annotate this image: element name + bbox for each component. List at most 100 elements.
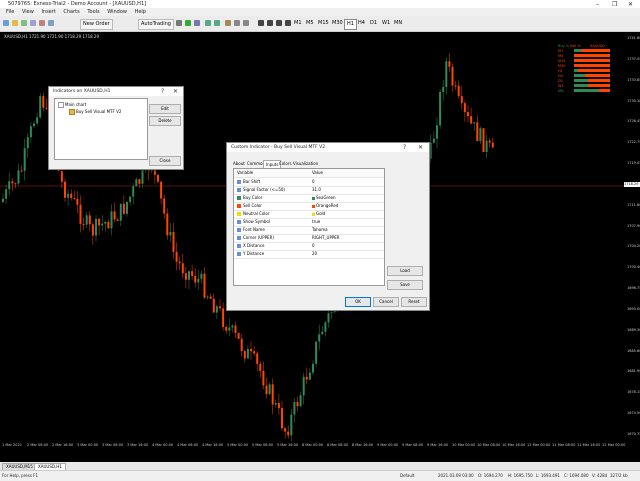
delete-button[interactable]: Delete xyxy=(149,116,181,126)
input-name: Buy Color xyxy=(237,194,262,202)
zoom-in-icon[interactable] xyxy=(205,20,211,26)
crosshair-icon[interactable] xyxy=(267,20,273,26)
menu-file[interactable]: File xyxy=(6,9,14,15)
candle-body xyxy=(42,96,45,108)
input-value[interactable]: RIGHT_UPPER xyxy=(312,234,340,242)
candle-body xyxy=(445,61,448,87)
candle-body xyxy=(113,211,116,220)
input-value[interactable]: Gold xyxy=(312,210,325,218)
candle-body xyxy=(212,298,215,313)
menu-window[interactable]: Window xyxy=(107,9,127,15)
bar-chart-icon[interactable] xyxy=(176,20,182,26)
panel-row: M1 xyxy=(558,49,612,53)
candle-body xyxy=(14,183,17,185)
status-profile: Default xyxy=(400,473,415,478)
candlestick-icon[interactable] xyxy=(185,20,191,26)
navigator-icon[interactable] xyxy=(30,20,36,26)
input-value[interactable]: 0 xyxy=(312,242,315,250)
timeframe-m5[interactable]: M5 xyxy=(304,19,316,28)
candle-body xyxy=(5,189,8,199)
panel-row: M15 xyxy=(558,59,612,63)
close-icon[interactable]: ✕ xyxy=(173,88,178,95)
candle-body xyxy=(277,403,280,409)
candle-body xyxy=(324,322,327,332)
time-tick: 11 Mar 16:00 xyxy=(577,443,601,447)
panel-timeframe-label: H4 xyxy=(558,74,563,78)
save-button[interactable]: Save xyxy=(387,280,423,290)
timeframe-h1[interactable]: H1 xyxy=(344,19,357,30)
cursor-icon[interactable] xyxy=(258,20,264,26)
time-tick: 4 Mar 16:00 xyxy=(202,443,224,447)
price-tick: 1670.75 xyxy=(627,432,640,436)
indicators-dialog-title-bar: Indicators on XAUUSD,H1 ? ✕ xyxy=(49,87,183,96)
input-value[interactable]: 31.0 xyxy=(312,186,321,194)
tree-item-main-chart[interactable]: Main chart xyxy=(58,102,86,108)
input-value[interactable]: SeaGreen xyxy=(312,194,336,202)
load-button[interactable]: Load xyxy=(387,266,423,276)
time-tick: 11 Mar 00:00 xyxy=(527,443,551,447)
input-name: Corner (UPPER) xyxy=(237,234,274,242)
expand-icon[interactable] xyxy=(58,102,64,108)
column-value: Value xyxy=(312,170,323,175)
input-name-text: X Distance xyxy=(243,243,265,248)
status-bar: For Help, press F1 Default 2021.03.09 03… xyxy=(0,470,640,481)
periods-icon[interactable] xyxy=(234,20,240,26)
minimize-icon[interactable]: – xyxy=(596,1,599,8)
indicators-icon[interactable] xyxy=(225,20,231,26)
timeframe-d1[interactable]: D1 xyxy=(368,19,379,28)
new-chart-icon[interactable] xyxy=(3,20,9,26)
timeframe-h4[interactable]: H4 xyxy=(356,19,367,28)
edit-button[interactable]: Edit xyxy=(149,104,181,114)
menu-insert[interactable]: Insert xyxy=(41,9,55,15)
zoom-out-icon[interactable] xyxy=(214,20,220,26)
reset-button[interactable]: Reset xyxy=(401,297,427,307)
horizontal-line-icon[interactable] xyxy=(285,20,291,26)
help-icon[interactable]: ? xyxy=(161,88,164,95)
menu-help[interactable]: Help xyxy=(135,9,146,15)
vertical-line-icon[interactable] xyxy=(276,20,282,26)
candle-body xyxy=(243,351,246,359)
inputs-grid[interactable]: Variable Value Bar Shift 0 Signal Factor (… xyxy=(233,168,385,286)
panel-sell-bar xyxy=(588,84,610,87)
candle-body xyxy=(126,201,128,214)
input-row[interactable]: Y Distance 20 xyxy=(234,250,384,259)
tab-visualization[interactable]: Visualization xyxy=(291,160,320,167)
line-chart-icon[interactable] xyxy=(194,20,200,26)
new-order-button[interactable]: New Order xyxy=(80,19,113,30)
panel-timeframe-label: H1 xyxy=(558,69,563,73)
terminal-icon[interactable] xyxy=(39,20,45,26)
input-value[interactable]: Tahoma xyxy=(312,226,328,234)
price-axis[interactable] xyxy=(626,32,640,442)
input-value[interactable]: 20 xyxy=(312,250,317,258)
cancel-button[interactable]: Cancel xyxy=(373,297,399,307)
candle-body xyxy=(160,181,163,199)
close-button[interactable]: Close xyxy=(149,156,181,166)
candle-body xyxy=(209,296,212,299)
input-value[interactable]: OrangeRed xyxy=(312,202,338,210)
auto-trading-button[interactable]: AutoTrading xyxy=(138,19,174,30)
candle-body xyxy=(274,403,277,405)
timeframe-m1[interactable]: M1 xyxy=(292,19,304,28)
input-value[interactable]: true xyxy=(312,218,320,226)
candle-body xyxy=(305,376,308,380)
ok-button[interactable]: OK xyxy=(345,297,371,307)
maximize-icon[interactable]: ❐ xyxy=(612,1,617,8)
open-folder-icon[interactable] xyxy=(12,20,18,26)
candle-body xyxy=(129,196,132,202)
tree-item-indicator[interactable]: Buy Sell Visual MTF V2 xyxy=(69,109,121,115)
timeframe-m15[interactable]: M15 xyxy=(316,19,331,28)
market-watch-icon[interactable] xyxy=(21,20,27,26)
indicators-tree[interactable]: Main chart Buy Sell Visual MTF V2 xyxy=(54,98,148,160)
menu-tools[interactable]: Tools xyxy=(87,9,99,15)
templates-icon[interactable] xyxy=(243,20,249,26)
close-icon[interactable]: ✕ xyxy=(418,144,423,151)
help-icon[interactable]: ? xyxy=(403,144,406,151)
input-value[interactable]: 0 xyxy=(312,178,315,186)
menu-view[interactable]: View xyxy=(22,9,34,15)
strategy-tester-icon[interactable] xyxy=(48,20,54,26)
timeframe-w1[interactable]: W1 xyxy=(380,19,392,28)
menu-charts[interactable]: Charts xyxy=(63,9,79,15)
timeframe-mn[interactable]: MN xyxy=(392,19,404,28)
timeframe-m30[interactable]: M30 xyxy=(330,19,345,28)
close-icon[interactable]: ✕ xyxy=(628,1,633,8)
